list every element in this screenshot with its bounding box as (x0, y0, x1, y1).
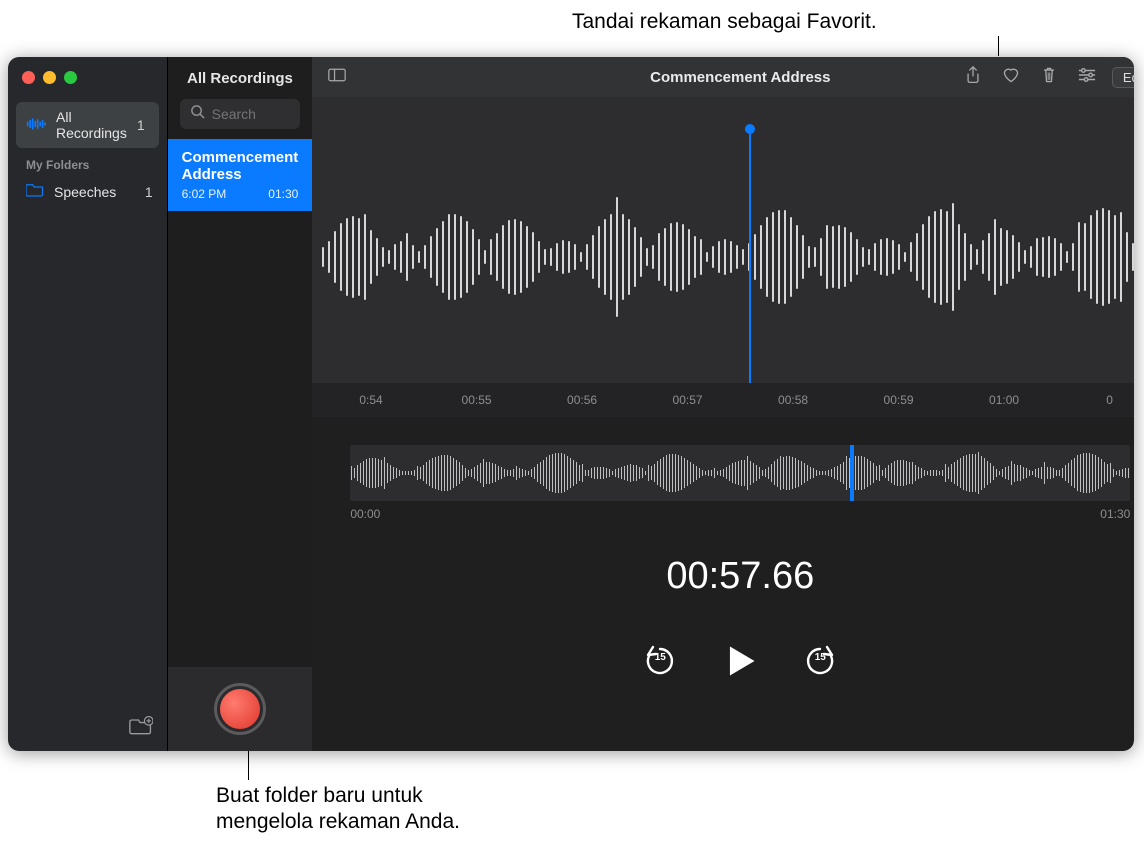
sidebar-item-label: Speeches (54, 184, 116, 200)
list-header: All Recordings (168, 57, 313, 99)
jump-back-seconds: 15 (643, 652, 677, 663)
ruler-tick: 00:56 (529, 393, 635, 407)
settings-button[interactable] (1074, 66, 1100, 89)
close-window-button[interactable] (22, 71, 35, 84)
sidebar-item-count: 1 (145, 184, 153, 200)
record-icon (220, 689, 260, 729)
heart-icon (1002, 66, 1020, 89)
recording-time: 6:02 PM (182, 187, 227, 201)
main-panel: Commencement Address (312, 57, 1134, 751)
ruler-tick: 00:59 (846, 393, 952, 407)
share-icon (964, 66, 982, 89)
delete-button[interactable] (1036, 66, 1062, 89)
minimize-window-button[interactable] (43, 71, 56, 84)
ruler-tick: 00:58 (740, 393, 846, 407)
playhead[interactable] (749, 129, 751, 417)
search-icon (190, 104, 205, 124)
ruler-tick: 01:00 (951, 393, 1057, 407)
app-window: All Recordings 1 My Folders Speeches 1 (8, 57, 1134, 751)
sidebar-item-label: All Recordings (56, 109, 127, 141)
ruler-tick: 00:55 (424, 393, 530, 407)
ruler-tick: 0:54 (318, 393, 424, 407)
overview-track[interactable] (350, 445, 1130, 501)
jump-back-button[interactable]: 15 (643, 644, 677, 683)
ruler-tick: 00:57 (635, 393, 741, 407)
window-controls (8, 57, 167, 102)
sidebar-item-count: 1 (137, 117, 145, 133)
callout-new-folder-1: Buat folder baru untuk (216, 782, 423, 809)
search-input[interactable] (212, 106, 291, 122)
jump-forward-icon (803, 665, 837, 682)
trash-icon (1040, 66, 1058, 89)
sidebar-toggle-icon (328, 66, 346, 89)
play-button[interactable] (721, 642, 759, 685)
jump-forward-seconds: 15 (803, 652, 837, 663)
folder-plus-icon (129, 723, 153, 740)
play-icon (721, 667, 759, 684)
toolbar: Commencement Address (312, 57, 1134, 97)
recording-item[interactable]: Commencement Address 6:02 PM 01:30 (168, 139, 313, 211)
overview-end: 01:30 (1100, 507, 1130, 521)
callout-favorite: Tandai rekaman sebagai Favorit. (572, 8, 877, 35)
record-button[interactable] (214, 683, 266, 735)
recording-duration: 01:30 (268, 187, 298, 201)
search-field[interactable] (180, 99, 301, 129)
sidebar: All Recordings 1 My Folders Speeches 1 (8, 57, 167, 751)
recording-title: Commencement Address (182, 149, 299, 183)
sidebar-item-all-recordings[interactable]: All Recordings 1 (16, 102, 159, 148)
callout-new-folder-2: mengelola rekaman Anda. (216, 808, 460, 835)
fullscreen-window-button[interactable] (64, 71, 77, 84)
edit-button[interactable]: Edit (1112, 67, 1134, 88)
favorite-button[interactable] (998, 66, 1024, 89)
new-folder-button[interactable] (129, 716, 153, 741)
waveform-view[interactable]: 0:54 00:55 00:56 00:57 00:58 00:59 01:00… (312, 97, 1134, 417)
waveform-icon (26, 117, 46, 133)
toggle-sidebar-button[interactable] (324, 66, 350, 89)
share-button[interactable] (960, 66, 986, 89)
recordings-list: All Recordings Commencement Address 6:02… (167, 57, 313, 751)
current-time: 00:57.66 (350, 555, 1130, 598)
folder-icon (26, 183, 44, 200)
sidebar-section-label: My Folders (8, 148, 167, 176)
overview-playhead[interactable] (850, 445, 854, 501)
sliders-icon (1078, 66, 1096, 89)
ruler-tick: 0 (1057, 393, 1134, 407)
jump-back-icon (643, 665, 677, 682)
time-ruler: 0:54 00:55 00:56 00:57 00:58 00:59 01:00… (312, 383, 1134, 417)
jump-forward-button[interactable]: 15 (803, 644, 837, 683)
sidebar-item-speeches[interactable]: Speeches 1 (8, 176, 167, 207)
overview-start: 00:00 (350, 507, 380, 521)
